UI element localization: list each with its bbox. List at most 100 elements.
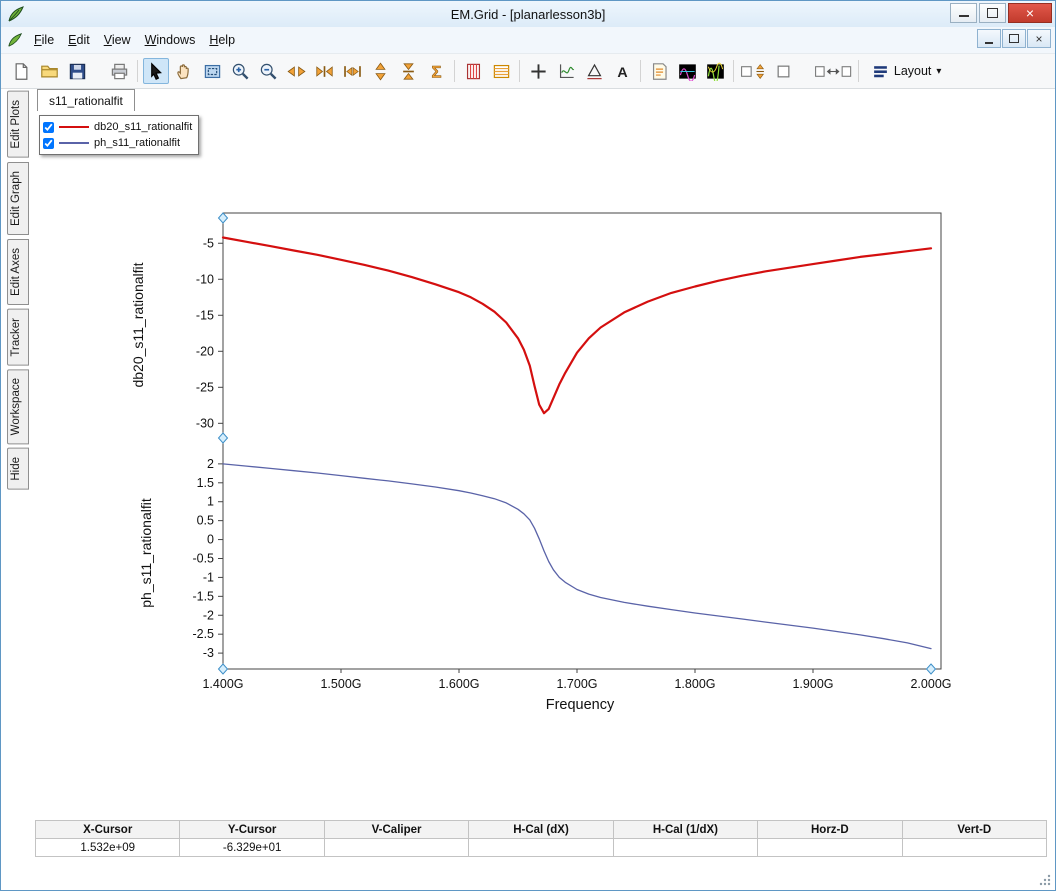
- menu-item-help[interactable]: Help: [202, 29, 242, 51]
- db20_s11_rationalfit-curve: [223, 238, 931, 414]
- notes-button[interactable]: [646, 58, 672, 84]
- svg-text:Σ: Σ: [431, 62, 441, 81]
- legend-checkbox-1[interactable]: [43, 138, 54, 149]
- zoom-window-button[interactable]: [199, 58, 225, 84]
- compress-y-button[interactable]: [395, 58, 421, 84]
- status-header-vert-d: Vert-D: [903, 821, 1047, 839]
- open-file-button[interactable]: [36, 58, 62, 84]
- menu-item-windows[interactable]: Windows: [138, 29, 203, 51]
- compress-y-icon: [399, 62, 418, 81]
- status-value-2: [325, 839, 469, 857]
- status-header-h-cal-1-dx-: H-Cal (1/dX): [614, 821, 758, 839]
- text-tool-button[interactable]: A: [609, 58, 635, 84]
- menu-item-file[interactable]: File: [27, 29, 61, 51]
- vertical-marker-icon: [464, 62, 483, 81]
- sidebar-tab-edit-axes[interactable]: Edit Axes: [7, 239, 29, 305]
- maximize-button[interactable]: [979, 3, 1006, 23]
- new-file-icon: [12, 62, 31, 81]
- mdi-close-button[interactable]: ×: [1027, 29, 1051, 48]
- autoscale-button[interactable]: Σ: [423, 58, 449, 84]
- save-icon: [68, 62, 87, 81]
- delta-marker-button[interactable]: [581, 58, 607, 84]
- select-arrow-button[interactable]: [143, 58, 169, 84]
- vertical-marker-button[interactable]: [460, 58, 486, 84]
- axis-handle-diamond[interactable]: [219, 664, 228, 674]
- x-tick-label: 2.000G: [910, 677, 951, 691]
- autoscale-icon: Σ: [427, 62, 446, 81]
- expand-x-icon: [287, 62, 306, 81]
- zoom-in-button[interactable]: [227, 58, 253, 84]
- axis-handle-diamond[interactable]: [927, 664, 936, 674]
- app-window: EM.Grid - [planarlesson3b] × FileEditVie…: [0, 0, 1056, 891]
- minimize-button[interactable]: [950, 3, 977, 23]
- save-button[interactable]: [64, 58, 90, 84]
- legend-line-sample: [59, 126, 89, 128]
- toolbar: Σ A Layout▾: [1, 53, 1055, 89]
- y-tick-label: 1: [207, 495, 214, 509]
- menu-items: FileEditViewWindowsHelp: [27, 29, 242, 51]
- x-tick-label: 1.900G: [792, 677, 833, 691]
- legend-checkbox-0[interactable]: [43, 122, 54, 133]
- document-tab[interactable]: s11_rationalfit: [37, 89, 135, 111]
- split-horizontal-button[interactable]: [813, 58, 853, 84]
- x-axis-label: Frequency: [546, 697, 615, 713]
- add-marker-button[interactable]: [525, 58, 551, 84]
- sidebar-tab-tracker[interactable]: Tracker: [7, 309, 29, 366]
- toolbar-separator: [733, 60, 734, 82]
- sidebar-tab-edit-plots[interactable]: Edit Plots: [7, 91, 29, 158]
- zoom-in-icon: [231, 62, 250, 81]
- compress-x-icon: [315, 62, 334, 81]
- print-icon: [110, 62, 129, 81]
- plot-legend: db20_s11_rationalfitph_s11_rationalfit: [39, 115, 199, 155]
- dark-plot-1-button[interactable]: [674, 58, 700, 84]
- toolbar-separator: [640, 60, 641, 82]
- y-tick-label: 2: [207, 457, 214, 471]
- horizontal-marker-button[interactable]: [488, 58, 514, 84]
- zoom-out-button[interactable]: [255, 58, 281, 84]
- y-tick-label: -25: [196, 380, 214, 394]
- expand-y-button[interactable]: [367, 58, 393, 84]
- plot-frame: [223, 213, 941, 669]
- layout-menu-button[interactable]: Layout▾: [864, 58, 950, 84]
- sidebar-tab-workspace[interactable]: Workspace: [7, 369, 29, 444]
- menu-bar: FileEditViewWindowsHelp ×: [1, 27, 1055, 53]
- mdi-restore-button[interactable]: [1002, 29, 1026, 48]
- fit-x-button[interactable]: [339, 58, 365, 84]
- axis-handle-diamond[interactable]: [219, 433, 228, 443]
- dark-plot-2-button[interactable]: [702, 58, 728, 84]
- mdi-minimize-icon: [985, 42, 993, 44]
- status-value-6: [903, 839, 1047, 857]
- expand-x-button[interactable]: [283, 58, 309, 84]
- new-file-button[interactable]: [8, 58, 34, 84]
- status-value-0: 1.532e+09: [36, 839, 180, 857]
- y-tick-label: -2: [203, 608, 214, 622]
- split-vertical-icon: [740, 63, 768, 80]
- compress-x-button[interactable]: [311, 58, 337, 84]
- delta-marker-icon: [585, 62, 604, 81]
- y-tick-label: -5: [203, 236, 214, 250]
- maximize-icon: [987, 8, 998, 18]
- print-button[interactable]: [106, 58, 132, 84]
- pan-hand-button[interactable]: [171, 58, 197, 84]
- close-button[interactable]: ×: [1008, 3, 1052, 23]
- tracker-tool-button[interactable]: [553, 58, 579, 84]
- zoom-window-icon: [203, 62, 222, 81]
- expand-y-icon: [371, 62, 390, 81]
- axis-handle-diamond[interactable]: [219, 213, 228, 223]
- y-tick-label: -0.5: [192, 551, 214, 565]
- mdi-minimize-button[interactable]: [977, 29, 1001, 48]
- x-tick-label: 1.700G: [556, 677, 597, 691]
- single-frame-button[interactable]: [771, 58, 797, 84]
- menu-item-edit[interactable]: Edit: [61, 29, 97, 51]
- status-bar: X-CursorY-CursorV-CaliperH-Cal (dX)H-Cal…: [35, 820, 1047, 857]
- menu-item-view[interactable]: View: [97, 29, 138, 51]
- resize-grip-icon[interactable]: [1038, 873, 1052, 887]
- text-tool-icon: A: [613, 62, 632, 81]
- status-value-1: -6.329e+01: [180, 839, 324, 857]
- select-arrow-icon: [147, 62, 166, 81]
- split-vertical-button[interactable]: [739, 58, 769, 84]
- sidebar-tab-edit-graph[interactable]: Edit Graph: [7, 162, 29, 235]
- chart-canvas[interactable]: 1.400G1.500G1.600G1.700G1.800G1.900G2.00…: [31, 89, 1049, 819]
- sidebar-tab-hide[interactable]: Hide: [7, 448, 29, 490]
- tracker-tool-icon: [557, 62, 576, 81]
